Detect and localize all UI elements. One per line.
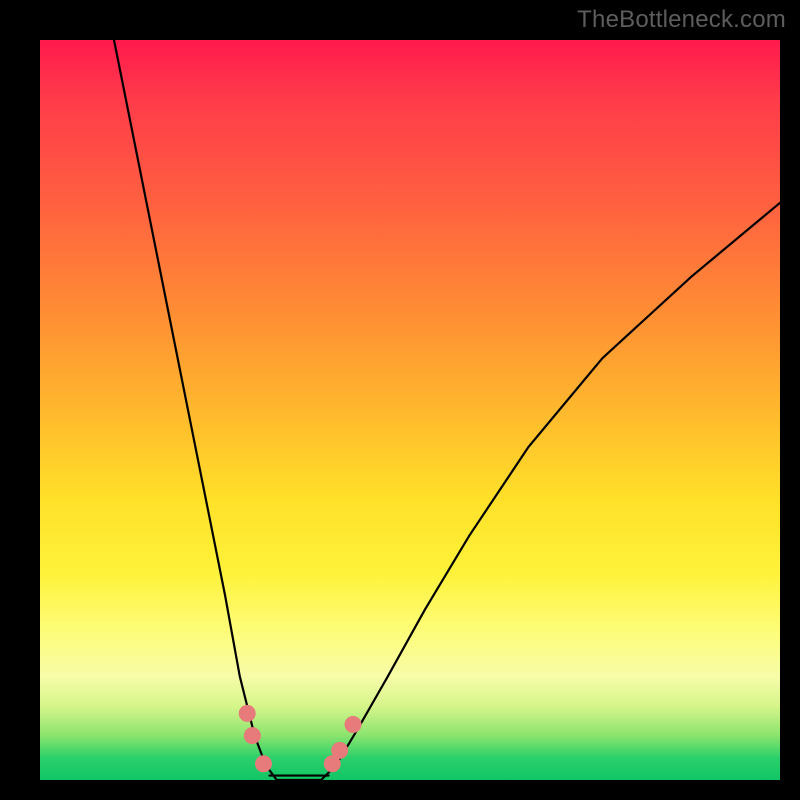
curve-svg (40, 40, 780, 780)
marker-dot-0 (239, 705, 256, 722)
marker-dot-4 (331, 742, 348, 759)
plot-area (40, 40, 780, 780)
marker-dots (239, 705, 362, 776)
chart-frame: TheBottleneck.com (0, 0, 800, 800)
marker-dot-2 (255, 755, 272, 772)
watermark-text: TheBottleneck.com (577, 6, 786, 34)
curve-paths (114, 40, 780, 780)
marker-dot-5 (345, 716, 362, 733)
series-left-branch (114, 40, 277, 780)
marker-dot-1 (244, 727, 261, 744)
series-right-branch (321, 203, 780, 780)
